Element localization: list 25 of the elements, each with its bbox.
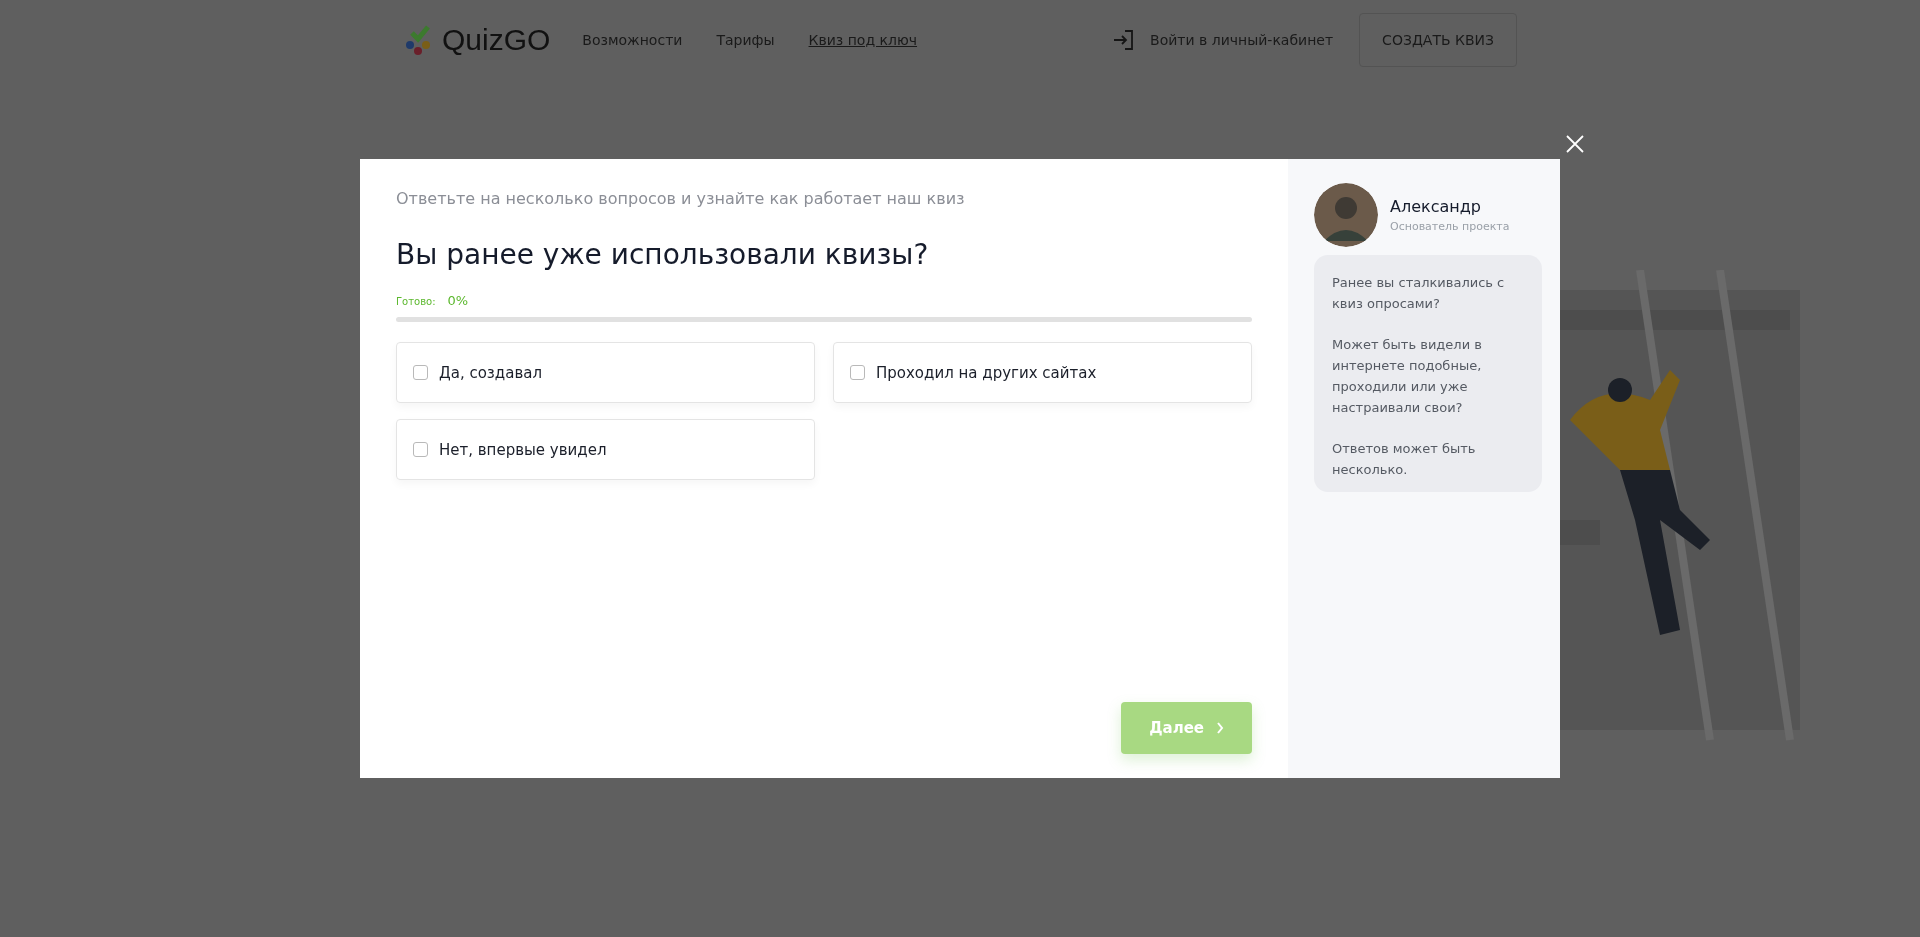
logo-text[interactable]: QuizGO bbox=[442, 23, 551, 57]
checkbox[interactable] bbox=[413, 365, 428, 380]
checkbox[interactable] bbox=[413, 442, 428, 457]
answer-option[interactable]: Да, создавал bbox=[396, 342, 815, 403]
answer-option[interactable]: Нет, впервые увидел bbox=[396, 419, 815, 480]
nav-link[interactable]: Возможности bbox=[582, 32, 683, 48]
message-text: Может быть видели в интернете подобные, проходили или уже настраивали свои? bbox=[1332, 336, 1483, 417]
message-text: Ранее вы сталкивались с квиз опросами? bbox=[1332, 274, 1506, 313]
quiz-subtitle: Ответьте на несколько вопросов и узнайте как работает наш квиз bbox=[396, 189, 966, 208]
avatar bbox=[1314, 183, 1378, 247]
person-name: Александр bbox=[1390, 197, 1482, 216]
close-icon[interactable] bbox=[1566, 135, 1584, 153]
answer-option[interactable]: Проходил на других сайтах bbox=[833, 342, 1252, 403]
question-title: Вы ранее уже использовали квизы? bbox=[396, 238, 930, 271]
nav-link[interactable]: Квиз под ключ bbox=[808, 32, 918, 48]
message-text: Ответов может быть несколько. bbox=[1332, 440, 1477, 479]
progress-value: 0% bbox=[447, 293, 469, 308]
progress-label: Готово: bbox=[396, 296, 436, 307]
login-icon[interactable] bbox=[1112, 29, 1135, 51]
nav-link[interactable]: Тарифы bbox=[716, 32, 775, 48]
login-link[interactable]: Войти в личный-кабинет bbox=[1150, 32, 1334, 48]
create-quiz-button[interactable]: СОЗДАТЬ КВИЗ bbox=[1359, 13, 1517, 67]
person-role: Основатель проекта bbox=[1390, 220, 1510, 233]
checkbox[interactable] bbox=[850, 365, 865, 380]
chevron-right-icon bbox=[1216, 722, 1224, 734]
